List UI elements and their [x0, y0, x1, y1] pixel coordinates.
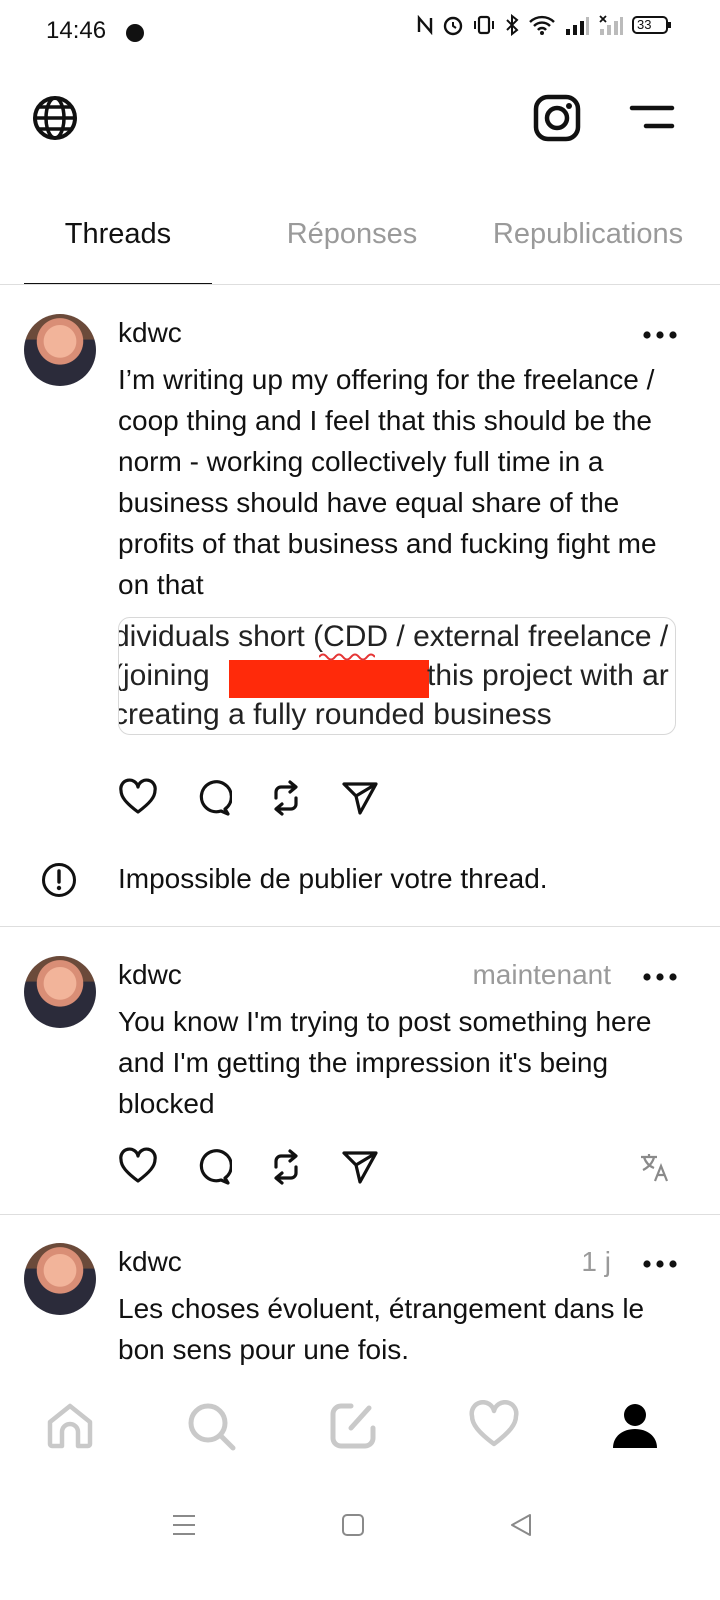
post-text: Les choses évoluent, étrangement dans le… [118, 1293, 645, 1365]
bottom-nav [0, 1378, 720, 1478]
status-icons: 33 [416, 14, 672, 36]
embed-line: (joining [118, 659, 210, 692]
post-timestamp: 1 j [581, 1246, 611, 1277]
post-divider [0, 926, 720, 927]
embed-line: dividuals short (CDD / external freelanc… [118, 620, 669, 653]
like-icon[interactable] [118, 778, 158, 818]
post-divider [0, 1214, 720, 1215]
nfc-icon [416, 15, 434, 35]
camera-notch-icon [124, 22, 146, 49]
tab-divider [0, 284, 720, 285]
error-icon [41, 862, 77, 903]
vibrate-icon [472, 14, 496, 36]
share-icon[interactable] [340, 778, 380, 818]
globe-icon[interactable] [31, 94, 79, 142]
post-actions [118, 1147, 380, 1187]
post-username[interactable]: kdwc [118, 959, 182, 991]
embed-line: creating a fully rounded business [118, 698, 552, 731]
post-username[interactable]: kdwc [118, 317, 182, 349]
more-options-icon[interactable] [642, 327, 678, 339]
post-username[interactable]: kdwc [118, 1246, 182, 1278]
more-options-icon[interactable] [642, 969, 678, 981]
alarm-icon [442, 14, 464, 36]
post-error-message[interactable]: Impossible de publier votre thread. [118, 863, 548, 895]
tab-replies[interactable]: Réponses [258, 218, 446, 258]
embed-line: this project with ar [427, 659, 669, 692]
more-options-icon[interactable] [642, 1256, 678, 1268]
avatar[interactable] [24, 314, 96, 386]
repost-icon[interactable] [266, 778, 306, 818]
home-button-icon[interactable] [340, 1512, 366, 1538]
like-icon[interactable] [118, 1147, 158, 1187]
signal-no-service-icon [598, 14, 624, 36]
post-timestamp: maintenant [472, 959, 611, 990]
post-text: You know I'm trying to post something he… [118, 1006, 652, 1119]
status-bar: 14:46 33 [0, 0, 720, 64]
system-nav-bar [0, 1490, 720, 1600]
search-icon[interactable] [185, 1400, 237, 1452]
compose-icon[interactable] [327, 1400, 379, 1452]
avatar[interactable] [24, 1243, 96, 1315]
tab-reposts[interactable]: Republications [480, 218, 696, 258]
translate-icon[interactable] [638, 1150, 672, 1189]
repost-icon[interactable] [266, 1147, 306, 1187]
heart-icon[interactable] [468, 1400, 520, 1452]
back-icon[interactable] [508, 1512, 534, 1538]
instagram-icon[interactable] [533, 94, 581, 142]
share-icon[interactable] [340, 1147, 380, 1187]
wifi-icon [528, 14, 556, 36]
profile-icon[interactable] [609, 1400, 661, 1452]
home-icon[interactable] [44, 1400, 96, 1452]
signal-icon [564, 14, 590, 36]
post-text: I’m writing up my offering for the freel… [118, 364, 657, 600]
embedded-image[interactable]: dividuals short (CDD / external freelanc… [118, 617, 676, 735]
reply-icon[interactable] [192, 1147, 232, 1187]
status-time: 14:46 [46, 17, 107, 44]
recents-icon[interactable] [171, 1512, 197, 1538]
battery-icon: 33 [632, 14, 672, 36]
post-actions [118, 778, 380, 818]
tab-threads[interactable]: Threads [24, 218, 212, 258]
reply-icon[interactable] [192, 778, 232, 818]
spellcheck-underline [319, 653, 375, 661]
battery-level: 33 [637, 17, 652, 32]
redaction-bar [229, 660, 429, 698]
avatar[interactable] [24, 956, 96, 1028]
menu-icon[interactable] [628, 94, 676, 142]
bluetooth-icon [504, 14, 520, 36]
